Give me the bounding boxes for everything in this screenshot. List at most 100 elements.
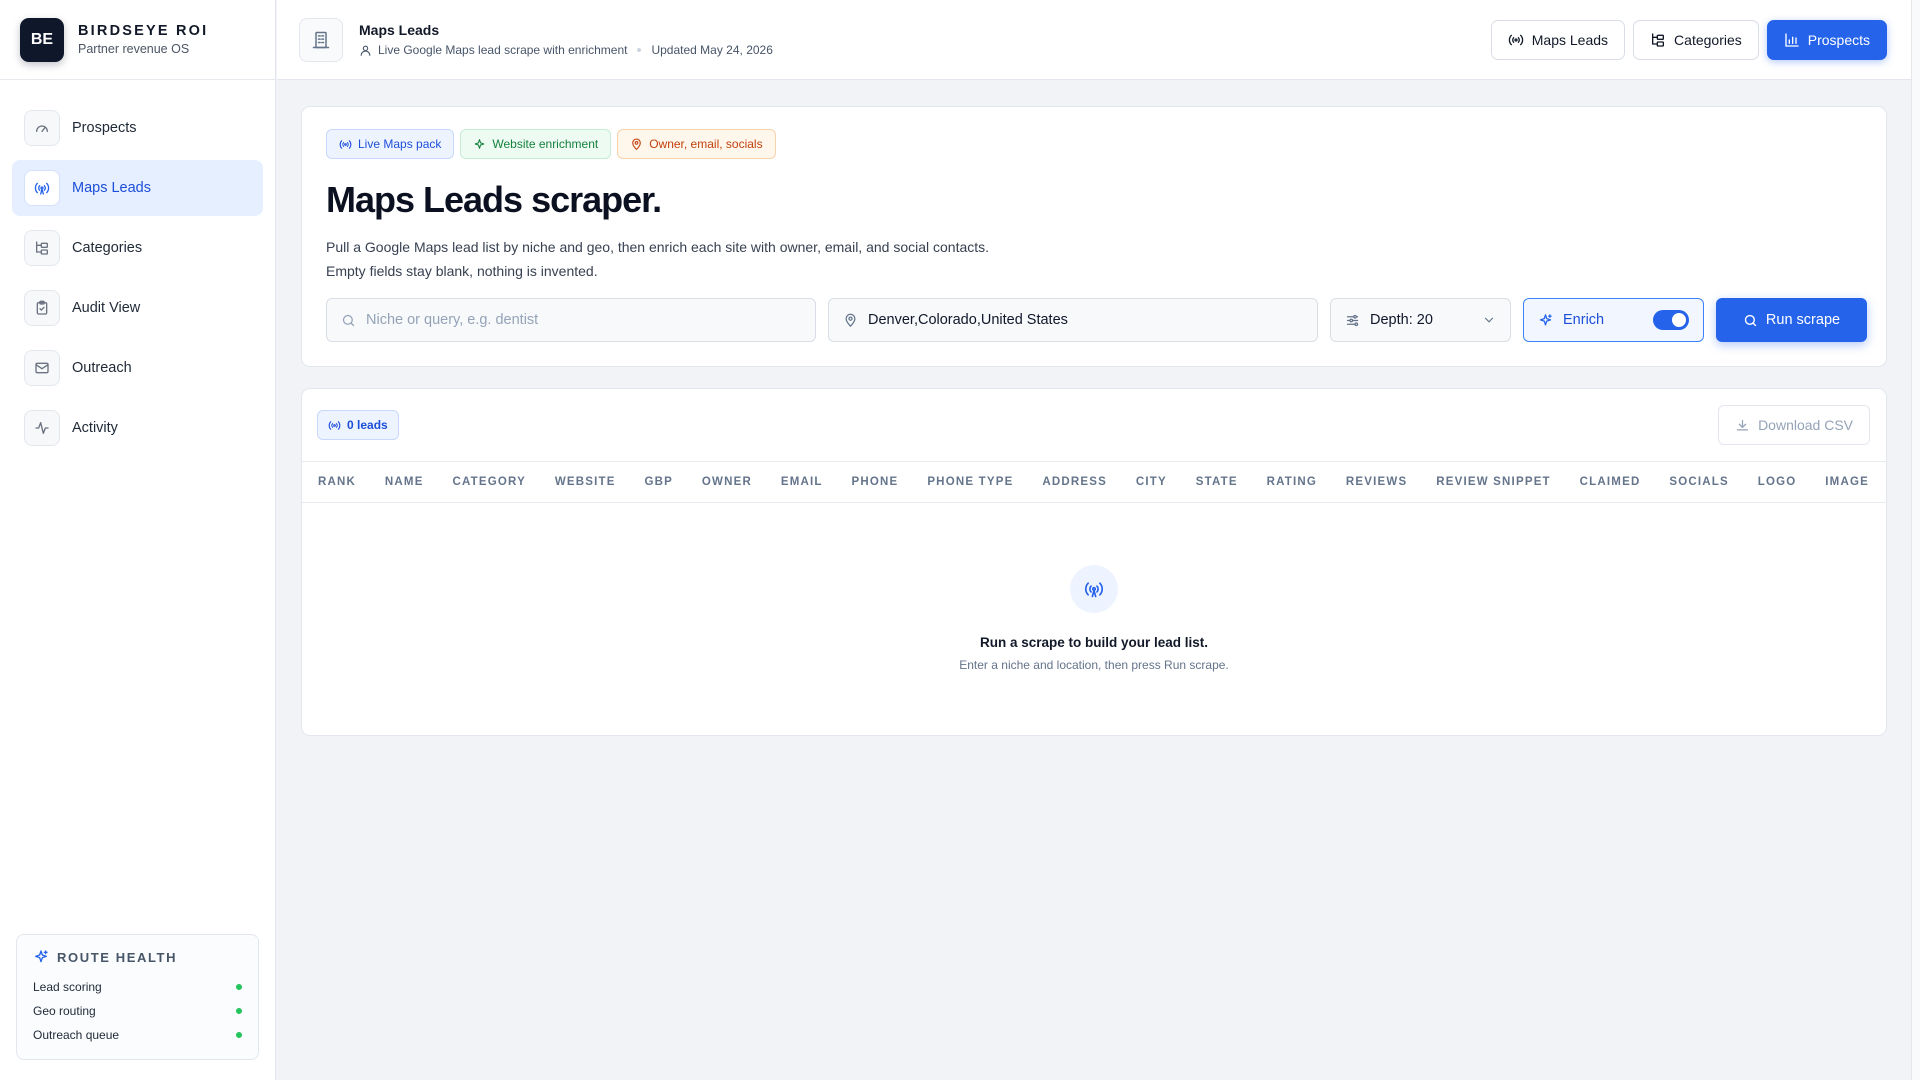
chip-label: Website enrichment (492, 137, 599, 151)
top-bar: Maps Leads Live Google Maps lead scrape … (277, 0, 1911, 80)
health-row-lead-scoring: Lead scoring (33, 975, 242, 999)
description-line-1: Pull a Google Maps lead list by niche an… (326, 239, 990, 255)
scraper-description: Pull a Google Maps lead list by niche an… (326, 235, 1862, 283)
building-icon (299, 17, 343, 62)
sparkles-icon (33, 949, 49, 965)
brand: BE BIRDSEYE ROI Partner revenue OS (0, 0, 275, 80)
column-header[interactable]: REVIEW SNIPPET (1436, 476, 1551, 488)
location-value: Denver,Colorado,United States (868, 312, 1068, 328)
route-health-panel: ROUTE HEALTH Lead scoring Geo routing Ou… (16, 934, 259, 1060)
activity-icon (24, 410, 60, 446)
download-csv-button[interactable]: Download CSV (1718, 405, 1870, 445)
page-title: Maps Leads (359, 22, 440, 38)
column-header[interactable]: CLAIMED (1580, 476, 1641, 488)
empty-state-subtitle: Enter a niche and location, then press R… (959, 658, 1229, 672)
lead-count: 0 leads (347, 418, 388, 432)
health-row-geo-routing: Geo routing (33, 999, 242, 1023)
scrape-controls: Niche or query, e.g. dentist Denver,Colo… (326, 298, 1867, 342)
column-header[interactable]: PHONE (852, 476, 899, 488)
column-header[interactable]: STATE (1196, 476, 1238, 488)
run-scrape-button[interactable]: Run scrape (1716, 298, 1867, 342)
status-dot (236, 1008, 242, 1014)
sidebar-item-activity[interactable]: Activity (12, 400, 263, 456)
page-scrollbar[interactable] (1911, 0, 1920, 1080)
column-header[interactable]: RANK (318, 476, 356, 488)
location-input[interactable]: Denver,Colorado,United States (828, 298, 1318, 342)
radio-tower-icon (24, 170, 60, 206)
download-icon (1735, 418, 1750, 433)
top-actions: Maps Leads Categories Prospects (1490, 20, 1887, 60)
button-label: Categories (1674, 32, 1742, 48)
depth-select[interactable]: Depth: 20 (1330, 298, 1511, 342)
chip-label: Owner, email, socials (649, 137, 763, 151)
page-meta: Live Google Maps lead scrape with enrich… (359, 43, 773, 57)
sidebar-item-outreach[interactable]: Outreach (12, 340, 263, 396)
prospects-button[interactable]: Prospects (1766, 20, 1887, 60)
chevron-down-icon (1482, 313, 1496, 327)
empty-state: Run a scrape to build your lead list. En… (302, 503, 1886, 672)
niche-input[interactable]: Niche or query, e.g. dentist (326, 298, 816, 342)
categories-button[interactable]: Categories (1633, 20, 1759, 60)
sidebar-item-label: Outreach (72, 360, 132, 376)
folder-tree-icon (1650, 32, 1666, 48)
health-row-label: Outreach queue (33, 1028, 120, 1042)
brand-subtitle: Partner revenue OS (78, 42, 190, 56)
gauge-icon (24, 110, 60, 146)
niche-placeholder: Niche or query, e.g. dentist (366, 312, 539, 328)
column-header[interactable]: SOCIALS (1669, 476, 1729, 488)
depth-group: Depth: 20 (1345, 312, 1433, 328)
route-health-label: ROUTE HEALTH (57, 949, 178, 965)
enrich-toggle[interactable] (1653, 310, 1689, 330)
feature-chips: Live Maps pack Website enrichment Owner,… (326, 129, 1862, 159)
sparkles-icon (1538, 313, 1553, 328)
table-header: RANK NAME CATEGORY WEBSITE GBP OWNER EMA… (302, 461, 1886, 503)
meta-separator (637, 48, 642, 52)
button-label: Maps Leads (1531, 32, 1609, 48)
column-header[interactable]: PHONE TYPE (927, 476, 1013, 488)
radio-tower-icon (328, 419, 341, 432)
radio-tower-icon (339, 138, 352, 151)
column-header[interactable]: CITY (1136, 476, 1167, 488)
clipboard-check-icon (24, 290, 60, 326)
column-header[interactable]: EMAIL (781, 476, 823, 488)
sidebar-item-prospects[interactable]: Prospects (12, 100, 263, 156)
status-dot (236, 984, 242, 990)
brand-name: BIRDSEYE ROI (78, 23, 209, 39)
sidebar-item-maps-leads[interactable]: Maps Leads (12, 160, 263, 216)
sliders-icon (1345, 313, 1360, 328)
enrich-label: Enrich (1563, 312, 1605, 328)
updated-timestamp: Updated May 24, 2026 (651, 43, 773, 57)
column-header[interactable]: ADDRESS (1042, 476, 1107, 488)
column-header[interactable]: GBP (645, 476, 674, 488)
column-header[interactable]: LOGO (1758, 476, 1797, 488)
column-header[interactable]: CATEGORY (452, 476, 526, 488)
scraper-title: Maps Leads scraper. (326, 179, 662, 220)
column-header[interactable]: NAME (385, 476, 424, 488)
chip-live-maps-pack: Live Maps pack (326, 129, 455, 159)
column-header[interactable]: WEBSITE (555, 476, 616, 488)
health-row-label: Geo routing (33, 1004, 96, 1018)
page-description: Live Google Maps lead scrape with enrich… (378, 43, 628, 57)
status-dot (236, 1032, 242, 1038)
description-line-2: Empty fields stay blank, nothing is inve… (326, 263, 598, 279)
sidebar: BE BIRDSEYE ROI Partner revenue OS Prosp… (0, 0, 276, 1080)
results-header: 0 leads Download CSV (302, 389, 1886, 461)
maps-leads-button[interactable]: Maps Leads (1490, 20, 1626, 60)
map-pin-icon (630, 138, 643, 151)
run-scrape-label: Run scrape (1765, 312, 1841, 328)
column-header[interactable]: OWNER (702, 476, 752, 488)
sparkles-icon (473, 138, 486, 151)
column-header[interactable]: RATING (1267, 476, 1317, 488)
chip-owner-email-socials: Owner, email, socials (617, 129, 776, 159)
enrich-toggle-field[interactable]: Enrich (1523, 298, 1704, 342)
column-header[interactable]: IMAGE (1825, 476, 1869, 488)
brand-logo[interactable]: BE (20, 17, 64, 62)
map-pin-icon (843, 313, 858, 328)
sidebar-item-label: Prospects (72, 120, 137, 136)
sidebar-item-audit-view[interactable]: Audit View (12, 280, 263, 336)
radio-tower-icon (1508, 32, 1524, 48)
enrich-group: Enrich (1538, 312, 1604, 328)
sidebar-item-categories[interactable]: Categories (12, 220, 263, 276)
user-icon (359, 44, 372, 57)
column-header[interactable]: REVIEWS (1346, 476, 1407, 488)
